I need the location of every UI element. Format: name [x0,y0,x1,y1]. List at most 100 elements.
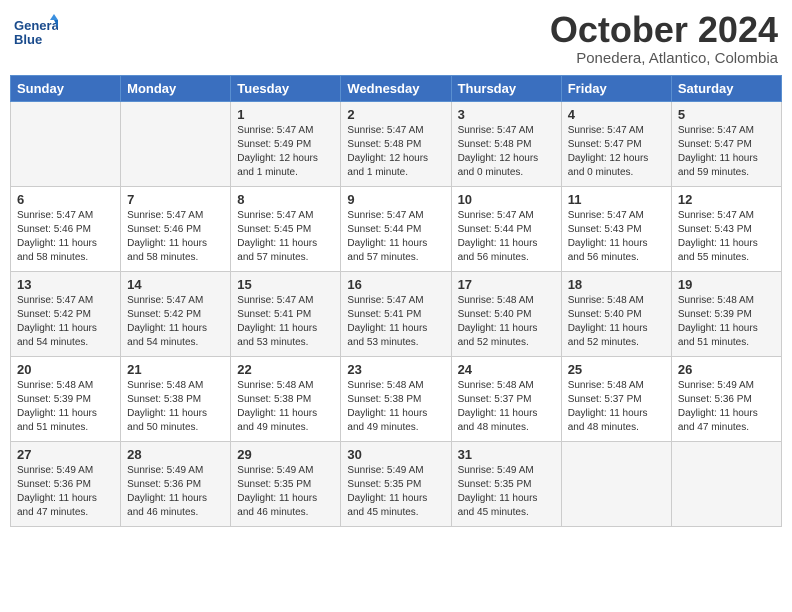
calendar-cell: 15 Sunrise: 5:47 AMSunset: 5:41 PMDayligh… [231,271,341,356]
calendar-cell: 12 Sunrise: 5:47 AMSunset: 5:43 PMDayligh… [671,186,781,271]
calendar-cell: 3 Sunrise: 5:47 AMSunset: 5:48 PMDaylight… [451,101,561,186]
day-number: 21 [127,362,224,377]
day-info: Sunrise: 5:48 AMSunset: 5:37 PMDaylight:… [568,379,665,435]
calendar-cell: 11Sunrise: 5:47 AMSunset: 5:43 PMDayligh… [561,186,671,271]
calendar-cell: 9 Sunrise: 5:47 AMSunset: 5:44 PMDaylight… [341,186,451,271]
day-info: Sunrise: 5:47 AMSunset: 5:47 PMDaylight:… [678,124,775,180]
title-block: October 2024 Ponedera, Atlantico, Colomb… [550,10,778,67]
day-info: Sunrise: 5:49 AMSunset: 5:35 PMDaylight:… [458,464,555,520]
day-info: Sunrise: 5:48 AMSunset: 5:37 PMDaylight:… [458,379,555,435]
calendar-cell: 13Sunrise: 5:47 AMSunset: 5:42 PMDayligh… [11,271,121,356]
calendar-cell: 30 Sunrise: 5:49 AMSunset: 5:35 PMDayligh… [341,441,451,526]
header-day-tuesday: Tuesday [231,75,341,101]
header-row: SundayMondayTuesdayWednesdayThursdayFrid… [11,75,782,101]
day-number: 5 [678,107,775,122]
day-number: 19 [678,277,775,292]
calendar-cell: 18 Sunrise: 5:48 AMSunset: 5:40 PMDayligh… [561,271,671,356]
page-header: General Blue October 2024 Ponedera, Atla… [10,10,782,67]
day-info: Sunrise: 5:48 AMSunset: 5:40 PMDaylight:… [568,294,665,350]
header-day-friday: Friday [561,75,671,101]
day-number: 26 [678,362,775,377]
week-row-4: 20Sunrise: 5:48 AMSunset: 5:39 PMDayligh… [11,356,782,441]
day-number: 3 [458,107,555,122]
calendar-cell: 31Sunrise: 5:49 AMSunset: 5:35 PMDayligh… [451,441,561,526]
calendar-cell [121,101,231,186]
location-subtitle: Ponedera, Atlantico, Colombia [550,50,778,67]
day-info: Sunrise: 5:47 AMSunset: 5:41 PMDaylight:… [347,294,444,350]
day-info: Sunrise: 5:48 AMSunset: 5:38 PMDaylight:… [127,379,224,435]
week-row-5: 27 Sunrise: 5:49 AMSunset: 5:36 PMDayligh… [11,441,782,526]
day-number: 8 [237,192,334,207]
calendar-cell: 21 Sunrise: 5:48 AMSunset: 5:38 PMDayligh… [121,356,231,441]
svg-text:Blue: Blue [14,32,42,47]
calendar-cell: 16 Sunrise: 5:47 AMSunset: 5:41 PMDayligh… [341,271,451,356]
calendar-cell: 4Sunrise: 5:47 AMSunset: 5:47 PMDaylight… [561,101,671,186]
day-number: 7 [127,192,224,207]
day-info: Sunrise: 5:47 AMSunset: 5:48 PMDaylight:… [347,124,444,180]
calendar-cell: 5 Sunrise: 5:47 AMSunset: 5:47 PMDaylight… [671,101,781,186]
calendar-cell: 6 Sunrise: 5:47 AMSunset: 5:46 PMDaylight… [11,186,121,271]
day-info: Sunrise: 5:47 AMSunset: 5:41 PMDaylight:… [237,294,334,350]
day-number: 29 [237,447,334,462]
svg-text:General: General [14,18,58,33]
day-number: 16 [347,277,444,292]
calendar-cell: 17 Sunrise: 5:48 AMSunset: 5:40 PMDayligh… [451,271,561,356]
header-day-saturday: Saturday [671,75,781,101]
week-row-2: 6 Sunrise: 5:47 AMSunset: 5:46 PMDaylight… [11,186,782,271]
calendar-cell: 29 Sunrise: 5:49 AMSunset: 5:35 PMDayligh… [231,441,341,526]
day-info: Sunrise: 5:48 AMSunset: 5:39 PMDaylight:… [678,294,775,350]
day-info: Sunrise: 5:47 AMSunset: 5:43 PMDaylight:… [678,209,775,265]
calendar-cell: 20Sunrise: 5:48 AMSunset: 5:39 PMDayligh… [11,356,121,441]
day-info: Sunrise: 5:47 AMSunset: 5:48 PMDaylight:… [458,124,555,180]
day-info: Sunrise: 5:49 AMSunset: 5:35 PMDaylight:… [237,464,334,520]
day-info: Sunrise: 5:49 AMSunset: 5:36 PMDaylight:… [17,464,114,520]
calendar-cell: 14Sunrise: 5:47 AMSunset: 5:42 PMDayligh… [121,271,231,356]
calendar-cell: 26Sunrise: 5:49 AMSunset: 5:36 PMDayligh… [671,356,781,441]
calendar-cell: 8 Sunrise: 5:47 AMSunset: 5:45 PMDaylight… [231,186,341,271]
day-info: Sunrise: 5:47 AMSunset: 5:45 PMDaylight:… [237,209,334,265]
calendar-cell: 23 Sunrise: 5:48 AMSunset: 5:38 PMDayligh… [341,356,451,441]
header-day-monday: Monday [121,75,231,101]
calendar-cell: 24 Sunrise: 5:48 AMSunset: 5:37 PMDayligh… [451,356,561,441]
day-number: 15 [237,277,334,292]
logo: General Blue [14,10,60,54]
month-title: October 2024 [550,10,778,50]
day-number: 2 [347,107,444,122]
calendar-table: SundayMondayTuesdayWednesdayThursdayFrid… [10,75,782,527]
calendar-cell: 25 Sunrise: 5:48 AMSunset: 5:37 PMDayligh… [561,356,671,441]
calendar-cell: 27 Sunrise: 5:49 AMSunset: 5:36 PMDayligh… [11,441,121,526]
day-number: 30 [347,447,444,462]
calendar-cell: 28 Sunrise: 5:49 AMSunset: 5:36 PMDayligh… [121,441,231,526]
day-number: 18 [568,277,665,292]
calendar-cell: 19 Sunrise: 5:48 AMSunset: 5:39 PMDayligh… [671,271,781,356]
day-number: 25 [568,362,665,377]
calendar-cell: 22Sunrise: 5:48 AMSunset: 5:38 PMDayligh… [231,356,341,441]
calendar-cell: 10 Sunrise: 5:47 AMSunset: 5:44 PMDayligh… [451,186,561,271]
day-info: Sunrise: 5:49 AMSunset: 5:36 PMDaylight:… [127,464,224,520]
day-number: 10 [458,192,555,207]
day-number: 6 [17,192,114,207]
day-info: Sunrise: 5:48 AMSunset: 5:40 PMDaylight:… [458,294,555,350]
day-info: Sunrise: 5:47 AMSunset: 5:46 PMDaylight:… [127,209,224,265]
day-number: 20 [17,362,114,377]
day-number: 23 [347,362,444,377]
day-number: 11 [568,192,665,207]
calendar-cell [561,441,671,526]
calendar-cell: 7 Sunrise: 5:47 AMSunset: 5:46 PMDaylight… [121,186,231,271]
day-info: Sunrise: 5:47 AMSunset: 5:47 PMDaylight:… [568,124,665,180]
day-info: Sunrise: 5:47 AMSunset: 5:49 PMDaylight:… [237,124,334,180]
day-number: 9 [347,192,444,207]
day-info: Sunrise: 5:47 AMSunset: 5:44 PMDaylight:… [347,209,444,265]
day-number: 28 [127,447,224,462]
day-info: Sunrise: 5:48 AMSunset: 5:38 PMDaylight:… [347,379,444,435]
header-day-thursday: Thursday [451,75,561,101]
day-number: 27 [17,447,114,462]
day-info: Sunrise: 5:47 AMSunset: 5:42 PMDaylight:… [127,294,224,350]
day-info: Sunrise: 5:49 AMSunset: 5:35 PMDaylight:… [347,464,444,520]
day-number: 17 [458,277,555,292]
day-info: Sunrise: 5:47 AMSunset: 5:46 PMDaylight:… [17,209,114,265]
day-number: 24 [458,362,555,377]
day-number: 12 [678,192,775,207]
day-info: Sunrise: 5:47 AMSunset: 5:44 PMDaylight:… [458,209,555,265]
day-info: Sunrise: 5:47 AMSunset: 5:42 PMDaylight:… [17,294,114,350]
